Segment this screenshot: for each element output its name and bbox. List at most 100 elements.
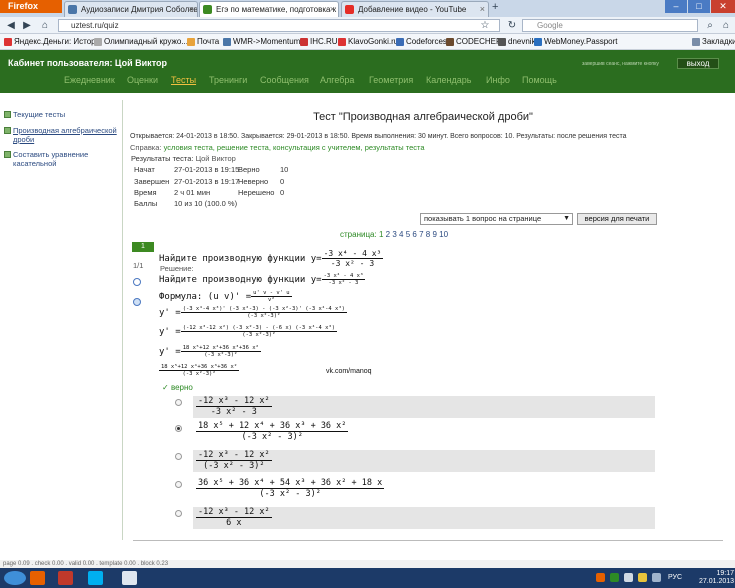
exit-button[interactable]: выход [677, 58, 719, 69]
page-link[interactable]: 7 [419, 230, 423, 239]
reload-icon[interactable]: ↻ [505, 19, 519, 32]
bookmark-icon [498, 38, 506, 46]
bookmark-mail[interactable]: Почта [187, 36, 219, 48]
option-radio[interactable] [175, 399, 182, 406]
result-value: 27-01-2013 в 19:15 [174, 165, 240, 174]
nav-messages[interactable]: Сообщения [260, 75, 309, 85]
filezilla-icon[interactable] [58, 571, 73, 585]
tray-flag-icon[interactable] [638, 573, 647, 582]
comment-icon[interactable] [133, 278, 141, 286]
option-radio-selected[interactable] [175, 425, 182, 432]
new-tab-button[interactable]: + [492, 1, 498, 13]
bookmark-star-icon[interactable]: ☆ [478, 19, 492, 32]
tab-vk[interactable]: Аудиозаписи Дмитрия Соболева | 4... × [64, 1, 198, 17]
nav-geometry[interactable]: Геометрия [369, 75, 413, 85]
bookmark-icon [300, 38, 308, 46]
info-icon[interactable] [133, 298, 141, 306]
bookmark-ihc[interactable]: IHC.RU [300, 36, 338, 48]
bookmark-webmoney[interactable]: WebMoney.Passport [534, 36, 618, 48]
skype-icon[interactable] [88, 571, 103, 585]
home-page-icon[interactable]: ⌂ [719, 19, 733, 32]
solution-label: Решение: [160, 264, 194, 273]
home-icon[interactable]: ⌂ [38, 19, 52, 32]
nav-diary[interactable]: Ежедневник [64, 75, 115, 85]
sidebar-item-derivative-fraction[interactable]: Производная алгебраической дроби [4, 126, 118, 144]
clock[interactable]: 19:17 27.01.2013 [699, 570, 734, 586]
close-tab-icon[interactable]: × [330, 2, 335, 17]
option-radio[interactable] [175, 510, 182, 517]
page-link[interactable]: 10 [439, 230, 448, 239]
bookmark-olympiad[interactable]: Олимпиадный кружо... [94, 36, 188, 48]
close-tab-icon[interactable]: × [480, 2, 485, 17]
option-radio[interactable] [175, 481, 182, 488]
page-link[interactable]: 5 [406, 230, 410, 239]
tray-network-icon[interactable] [624, 573, 633, 582]
bookmark-codechef[interactable]: CODECHEF [446, 36, 501, 48]
uztest-icon [203, 5, 212, 14]
solution-restate: Найдите производную функции y= -3 x⁴ - 4 … [159, 273, 366, 286]
bookmark-klavogonki[interactable]: KlavoGonki.ru [338, 36, 398, 48]
minimize-button[interactable]: – [665, 0, 687, 13]
search-input[interactable]: Google [522, 19, 698, 32]
language-indicator[interactable]: РУС [668, 574, 682, 581]
nav-tests[interactable]: Тесты [171, 75, 196, 85]
nav-calendar[interactable]: Календарь [426, 75, 471, 85]
checkmark-icon: ✓ [162, 383, 169, 392]
close-window-button[interactable]: ✕ [711, 0, 735, 13]
firefox-icon[interactable] [30, 571, 45, 585]
page-link[interactable]: 2 [386, 230, 390, 239]
tab-youtube[interactable]: Добавление видео - YouTube × [341, 1, 489, 17]
test-icon [4, 151, 11, 158]
solution-step-1: y' = (-3 x⁴-4 x³)' (-3 x²-3) - (-3 x²-3)'… [159, 306, 347, 319]
tray-app-icon[interactable] [610, 573, 619, 582]
youtube-icon [345, 5, 354, 14]
maximize-button[interactable]: □ [688, 0, 710, 13]
page-link[interactable]: 3 [392, 230, 396, 239]
per-page-select[interactable]: показывать 1 вопрос на странице ▼ [420, 213, 573, 225]
page-link[interactable]: 4 [399, 230, 403, 239]
page-link[interactable]: 8 [426, 230, 430, 239]
pager-label: страница: [340, 230, 377, 239]
pager: страница: 1 2 3 4 5 6 7 8 9 10 [340, 230, 448, 239]
close-tab-icon[interactable]: × [189, 2, 194, 17]
bookmark-yandex-money[interactable]: Яндекс.Деньги: Истор... [4, 36, 102, 48]
sidebar: Текущие тесты Производная алгебраической… [0, 93, 122, 548]
nav-algebra[interactable]: Алгебра [320, 75, 354, 85]
tray-volume-icon[interactable] [652, 573, 661, 582]
nav-help[interactable]: Помощь [522, 75, 557, 85]
sidebar-divider [122, 100, 123, 540]
nav-grades[interactable]: Оценки [127, 75, 158, 85]
test-meta: Открывается: 24-01-2013 в 18:50. Закрыва… [130, 133, 627, 140]
search-go-icon[interactable]: ⌕ [703, 19, 717, 32]
sidebar-item-tangent-equation[interactable]: Составить уравнение касательной [4, 150, 118, 168]
bookmark-wmr[interactable]: WMR->Momentum [223, 36, 300, 48]
window-icon[interactable] [122, 571, 137, 585]
page-link[interactable]: 9 [432, 230, 436, 239]
tab-uztest[interactable]: Егэ по математике, подготовка к те... × [199, 1, 339, 17]
print-version-button[interactable]: версия для печати [577, 213, 657, 225]
sidebar-item-current-tests[interactable]: Текущие тесты [4, 110, 116, 119]
bookmarks-menu[interactable]: Закладки [692, 36, 735, 48]
question-denominator: -3 x² - 3 [330, 259, 375, 268]
question-numerator: -3 x⁴ - 4 x³ [321, 249, 384, 259]
bookmark-codeforces[interactable]: Codeforces [396, 36, 447, 48]
forward-icon[interactable]: ▶ [20, 19, 34, 32]
page-title: Тест "Производная алгебраической дроби" [313, 111, 533, 123]
back-icon[interactable]: ◀ [4, 19, 18, 32]
page-link[interactable]: 1 [379, 230, 383, 239]
start-button-icon[interactable] [4, 571, 26, 585]
nav-trainings[interactable]: Тренинги [209, 75, 247, 85]
page-link[interactable]: 6 [412, 230, 416, 239]
result-value: 10 из 10 (100.0 %) [174, 199, 238, 208]
nav-info[interactable]: Инфо [486, 75, 510, 85]
chevron-down-icon: ▼ [563, 215, 570, 222]
tray-firefox-icon[interactable] [596, 573, 605, 582]
option-radio[interactable] [175, 453, 182, 460]
bookmark-dnevnik[interactable]: dnevnik [498, 36, 536, 48]
result-label: Нерешено [238, 188, 275, 197]
exit-hint: завершив сеанс, нажмите кнопку [582, 61, 659, 67]
result-value: 0 [280, 177, 285, 186]
firefox-menu-button[interactable]: Firefox [0, 0, 62, 13]
address-bar[interactable]: uztest.ru/quiz [58, 19, 500, 32]
help-links[interactable]: условия теста, решение теста, консультац… [164, 143, 425, 152]
